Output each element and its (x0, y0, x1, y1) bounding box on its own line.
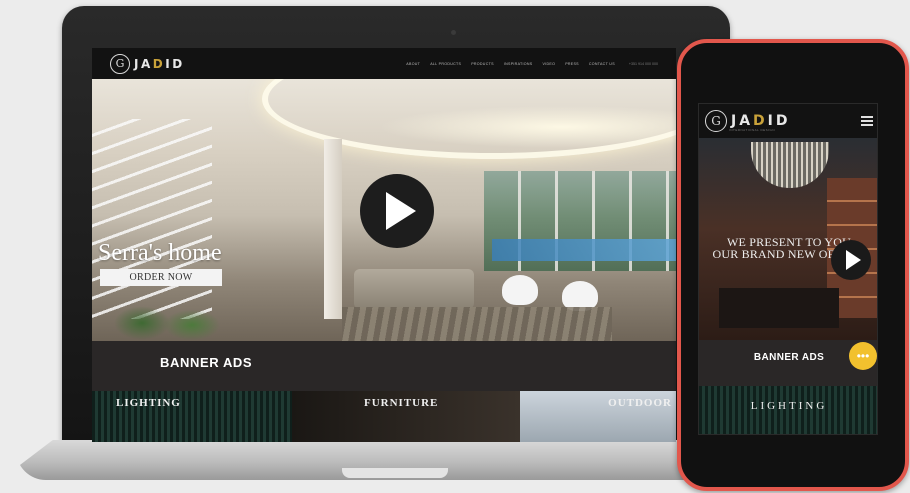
logo-text: JADID (731, 113, 791, 129)
logo-tagline: INTERNATIONAL DESIGN (729, 128, 776, 132)
hero-chair (502, 275, 538, 305)
nav-item-contact-us[interactable]: CONTACT US (589, 62, 615, 66)
desktop-website-screen: G JADID ABOUT ALL PRODUCTS PRODUCTS INSP… (92, 48, 676, 442)
desktop-category-strip: LIGHTING FURNITURE OUTDOOR (92, 391, 676, 442)
hero-plants (92, 293, 242, 341)
banner-ads-label: BANNER ADS (160, 355, 253, 370)
category-outdoor[interactable]: OUTDOOR (520, 391, 676, 442)
desktop-logo[interactable]: G JADID (110, 53, 185, 74)
hero-column (324, 139, 342, 319)
hero-rug (342, 307, 612, 341)
category-label: LIGHTING (116, 397, 181, 409)
camera-icon (451, 30, 456, 35)
mobile-header: G JADID INTERNATIONAL DESIGN (699, 104, 877, 138)
logo-mark-icon: G (705, 110, 727, 132)
desktop-hero-banner[interactable]: Serra's home ORDER NOW (92, 79, 676, 341)
hero-desk (719, 288, 839, 328)
play-icon (386, 192, 416, 230)
logo-text: JADID (134, 56, 185, 71)
mobile-hero-banner[interactable]: WE PRESENT TO YOU OUR BRAND NEW OFFICE! (699, 138, 877, 340)
nav-item-all-products[interactable]: ALL PRODUCTS (430, 62, 461, 66)
nav-item-inspirations[interactable]: INSPIRATIONS (504, 62, 533, 66)
category-label: FURNITURE (364, 397, 439, 409)
desktop-banner-ads[interactable]: BANNER ADS (92, 341, 676, 391)
mobile-category-lighting[interactable]: LIGHTING (699, 386, 877, 434)
nav-item-about[interactable]: ABOUT (406, 62, 420, 66)
nav-item-video[interactable]: VIDEO (543, 62, 556, 66)
nav-item-press[interactable]: PRESS (565, 62, 579, 66)
logo-mark-icon: G (110, 53, 130, 74)
category-furniture[interactable]: FURNITURE (292, 391, 520, 442)
mobile-play-video-button[interactable] (831, 240, 871, 280)
hero-staircase (92, 119, 212, 319)
hamburger-menu-icon[interactable] (861, 116, 873, 126)
laptop-notch (342, 468, 448, 478)
hero-sofa (354, 269, 474, 309)
phone-frame: G JADID INTERNATIONAL DESIGN WE PRESENT … (677, 39, 909, 491)
nav-phone-number[interactable]: +351 914 000 000 (629, 62, 658, 66)
play-video-button[interactable] (360, 174, 434, 248)
desktop-nav-menu: ABOUT ALL PRODUCTS PRODUCTS INSPIRATIONS… (406, 62, 658, 66)
play-icon (845, 250, 861, 270)
category-label: OUTDOOR (608, 397, 672, 409)
hero-pool (492, 239, 676, 261)
hero-title: Serra's home (98, 240, 222, 266)
desktop-header: G JADID ABOUT ALL PRODUCTS PRODUCTS INSP… (92, 48, 676, 79)
chat-bubble-icon[interactable]: ••• (849, 342, 877, 370)
category-label: LIGHTING (750, 400, 828, 412)
category-lighting[interactable]: LIGHTING (92, 391, 292, 442)
nav-item-products[interactable]: PRODUCTS (471, 62, 494, 66)
hero-chandelier (751, 142, 829, 188)
order-now-button[interactable]: ORDER NOW (100, 269, 222, 286)
